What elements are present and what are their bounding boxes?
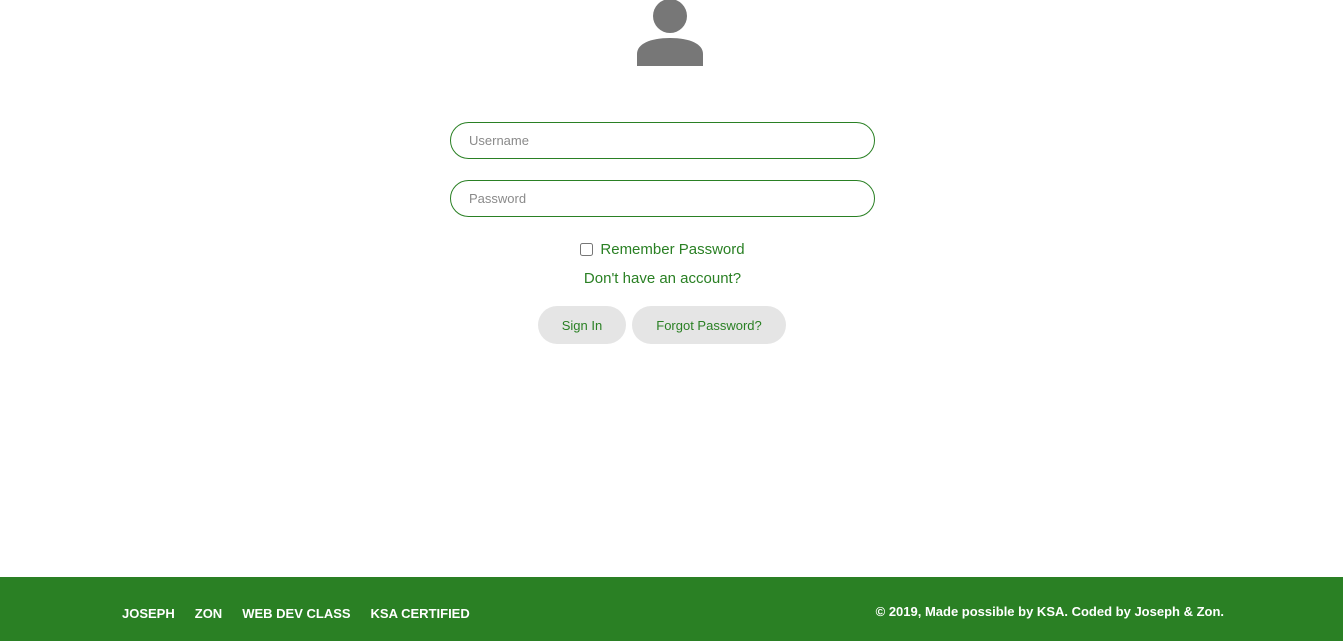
footer: JOSEPH ZON WEB DEV CLASS KSA CERTIFIED ©… — [0, 577, 1343, 641]
remember-password-row: Remember Password — [0, 238, 1325, 260]
sign-in-button[interactable]: Sign In — [538, 306, 626, 344]
username-input[interactable] — [450, 122, 875, 159]
forgot-password-button[interactable]: Forgot Password? — [632, 306, 786, 344]
footer-link-zon[interactable]: ZON — [195, 606, 222, 621]
footer-nav: JOSEPH ZON WEB DEV CLASS KSA CERTIFIED — [122, 606, 470, 621]
footer-link-ksa-certified[interactable]: KSA CERTIFIED — [371, 606, 470, 621]
form-actions: Sign In Forgot Password? — [538, 306, 786, 344]
footer-copyright: © 2019, Made possible by KSA. Coded by J… — [875, 604, 1224, 619]
footer-link-web-dev-class[interactable]: WEB DEV CLASS — [242, 606, 350, 621]
password-input[interactable] — [450, 180, 875, 217]
signup-link[interactable]: Don't have an account? — [0, 270, 1325, 290]
user-icon — [637, 0, 703, 66]
remember-password-label[interactable]: Remember Password — [600, 241, 744, 258]
remember-password-checkbox[interactable] — [580, 242, 594, 256]
footer-link-joseph[interactable]: JOSEPH — [122, 606, 175, 621]
login-page: Remember Password Don't have an account?… — [0, 0, 1343, 641]
